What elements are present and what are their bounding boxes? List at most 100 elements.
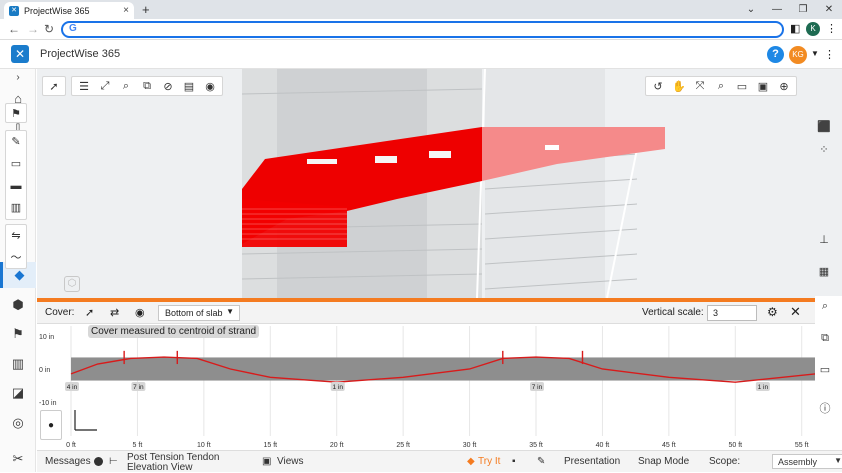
messages-label: Messages (45, 456, 91, 467)
rotate-icon[interactable]: ↺ (650, 80, 666, 93)
close-window-icon[interactable]: ✕ (816, 4, 842, 15)
help-button[interactable]: ? (767, 46, 784, 63)
side-panel-icon[interactable]: ◧ (790, 22, 800, 35)
browser-tab[interactable]: ✕ ProjectWise 365 × (4, 2, 134, 19)
pan-hand-icon[interactable]: ✋ (671, 80, 687, 93)
new-tab-button[interactable]: + (142, 2, 150, 17)
shape-icon[interactable]: ▭ (6, 153, 26, 175)
transform-icon[interactable]: ⇄ (110, 306, 119, 319)
gear-icon[interactable]: ⚙ (767, 305, 778, 319)
scope-value: Assembly (778, 457, 818, 467)
issues-icon[interactable]: ⬢ (0, 297, 36, 313)
info-icon[interactable]: ⓘ (815, 400, 835, 416)
browser-menu-icon[interactable]: ⋮ (826, 22, 837, 35)
vertical-scale-input[interactable]: 3 (707, 305, 757, 321)
flag-icon[interactable]: ⚑ (0, 326, 36, 342)
tendon-marker-icon[interactable]: ● (40, 410, 62, 440)
x-tick-label: 20 ft (330, 442, 344, 449)
3d-viewport[interactable] (37, 69, 842, 298)
projectwise-favicon-icon: ✕ (9, 5, 19, 16)
view-name[interactable]: Post Tension Tendon Elevation View (127, 453, 257, 473)
fit-view-icon[interactable]: ⤧ (692, 80, 708, 93)
footsteps-icon[interactable]: ⁘ (814, 143, 834, 156)
frame-icon[interactable]: ▣ (755, 80, 771, 93)
briefcase-icon[interactable]: ▪ (512, 456, 516, 467)
cover-label-text: 7 in (532, 384, 543, 391)
wave-icon[interactable]: 〜 (6, 247, 26, 269)
cursor-icon: ➚ (49, 80, 59, 93)
hierarchy-icon[interactable]: ⊥ (814, 233, 834, 246)
forward-icon[interactable]: → (27, 22, 39, 36)
camera-icon[interactable]: ⬛ (814, 120, 834, 133)
view-cube-icon[interactable]: ⬡ (64, 276, 80, 292)
x-tick-label: 55 ft (795, 442, 809, 449)
cover-label-text: 1 in (758, 384, 769, 391)
views-button[interactable]: Views (277, 456, 304, 467)
try-it-button[interactable]: Try It (478, 456, 500, 467)
close-icon[interactable]: ✕ (790, 304, 801, 320)
visibility-icon[interactable]: ◎ (0, 415, 36, 431)
tendon-profile-icon[interactable]: ⇋ (6, 225, 26, 247)
try-it-icon: ◆ (467, 456, 475, 467)
google-icon: G (69, 23, 77, 34)
eye-icon[interactable]: ◉ (135, 306, 145, 319)
pencil-icon[interactable]: ✎ (6, 131, 26, 153)
transmittal-icon[interactable]: ◪ (0, 385, 36, 401)
panel-icon[interactable]: ▥ (6, 197, 26, 219)
building-model[interactable] (37, 69, 842, 298)
views-icon[interactable]: ▣ (262, 456, 271, 467)
cover-label-text: 1 in (332, 384, 343, 391)
back-icon[interactable]: ← (8, 22, 20, 36)
projectwise-logo-icon: ✕ (11, 45, 29, 63)
edit-icon[interactable]: ✎ (537, 456, 545, 467)
layout-icon[interactable]: ⊢ (109, 456, 118, 467)
cover-callout: Cover measured to centroid of strand (88, 325, 260, 338)
chevron-down-icon[interactable]: ⌄ (738, 4, 764, 15)
eye-icon[interactable]: ◉ (202, 80, 218, 93)
omnibox-input[interactable]: G (61, 21, 784, 38)
layers-icon[interactable]: ▤ (181, 80, 197, 93)
flag-tool-button[interactable]: ⚑ (5, 103, 27, 123)
tools-icon[interactable]: ✂ (0, 451, 36, 467)
browser-profile-avatar[interactable]: K (806, 22, 820, 36)
bucket-icon[interactable]: ▬ (6, 175, 26, 197)
x-tick-label: 5 ft (133, 442, 143, 449)
caret-down-icon: ▼ (226, 307, 234, 316)
presentation-button[interactable]: Presentation (564, 456, 620, 467)
scope-select[interactable]: Assembly ▼ (772, 454, 842, 469)
copy-icon[interactable]: ⧉ (815, 332, 835, 345)
x-tick-label: 30 ft (463, 442, 477, 449)
messages-button[interactable]: Messages (45, 456, 103, 467)
expand-rail-icon[interactable]: › (0, 72, 36, 83)
zoom-window-icon[interactable]: ⌕ (713, 80, 729, 93)
y-tick-label: 10 in (39, 334, 54, 341)
hide-icon[interactable]: ⊘ (160, 80, 176, 93)
cursor-icon[interactable]: ➚ (85, 306, 94, 319)
zoom-icon[interactable]: ⌕ (118, 80, 134, 93)
caret-down-icon[interactable]: ▼ (811, 49, 819, 58)
window-icon[interactable]: ▭ (815, 363, 835, 376)
copy-icon[interactable]: ⧉ (139, 80, 155, 93)
minimize-icon[interactable]: — (764, 4, 790, 15)
elevation-toolbar: Cover: ➚ ⇄ ◉ Bottom of slab ▼ Vertical s… (37, 302, 842, 324)
slab-band (71, 357, 815, 381)
cover-select[interactable]: Bottom of slab ▼ (158, 305, 240, 321)
user-avatar[interactable]: KG (789, 46, 807, 64)
x-tick-label: 10 ft (197, 442, 211, 449)
restore-icon[interactable]: ❐ (790, 4, 816, 15)
measure-icon[interactable]: ⤢ (97, 80, 113, 93)
snap-mode-button[interactable]: Snap Mode (638, 456, 689, 467)
magnify-icon[interactable]: ⊕ (776, 80, 792, 93)
reload-icon[interactable]: ↻ (44, 22, 54, 36)
reports-icon[interactable]: ▥ (0, 356, 36, 372)
property-icon[interactable]: ▦ (814, 265, 834, 278)
tab-close-icon[interactable]: × (123, 5, 129, 16)
hamburger-icon[interactable]: ☰ (76, 80, 92, 93)
elevation-svg[interactable]: 0 ft 5 ft 10 ft 15 ft 20 ft 25 ft 30 ft 35 ft 40… (37, 324, 816, 449)
search-icon[interactable]: ⌕ (815, 300, 835, 313)
select-tool-button[interactable]: ➚ (42, 76, 66, 96)
vertical-scale-label: Vertical scale: (642, 307, 704, 318)
tendon-elevation-chart[interactable]: 0 ft 5 ft 10 ft 15 ft 20 ft 25 ft 30 ft 35 ft 40… (37, 324, 816, 449)
app-menu-icon[interactable]: ⋮ (824, 48, 835, 61)
window-area-icon[interactable]: ▭ (734, 80, 750, 93)
